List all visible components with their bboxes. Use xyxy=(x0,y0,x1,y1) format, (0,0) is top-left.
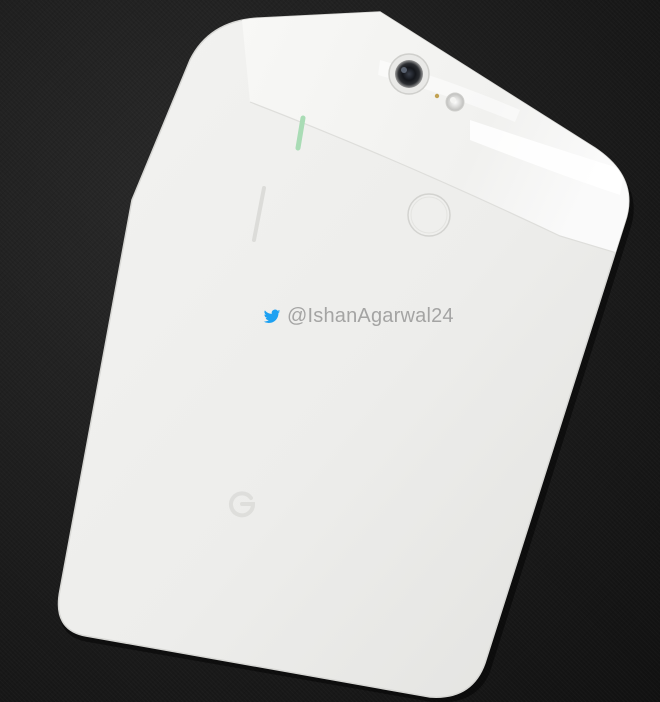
photo-scene: @IshanAgarwal24 xyxy=(0,0,660,702)
twitter-watermark: @IshanAgarwal24 xyxy=(263,305,454,328)
fingerprint-sensor-icon xyxy=(407,193,451,237)
microphone-dot xyxy=(434,93,440,99)
lens-reflection xyxy=(401,67,407,73)
phone-illustration xyxy=(57,11,634,702)
camera-lens-icon xyxy=(395,60,423,88)
twitter-handle: @IshanAgarwal24 xyxy=(287,305,454,327)
flash-highlight xyxy=(450,97,456,103)
twitter-bird-icon xyxy=(263,309,281,323)
